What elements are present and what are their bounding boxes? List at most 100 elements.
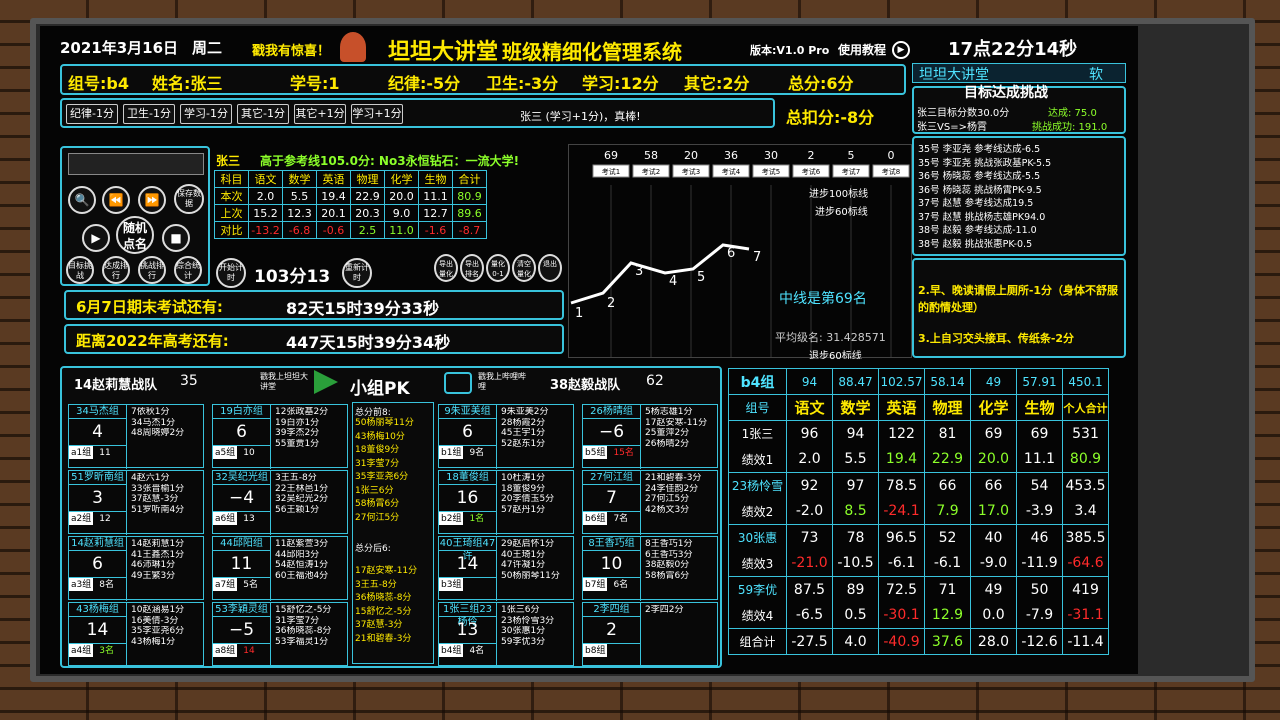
group-member: 28杨霞2分 [501, 417, 546, 428]
stat-button[interactable]: 综合统计 [174, 256, 202, 284]
rank-label: 2 [808, 149, 815, 162]
export-button[interactable]: 导出排名 [460, 254, 484, 282]
action-button[interactable]: 学习-1分 [180, 104, 232, 124]
group-card[interactable]: 18董俊组 16 b2组 1名 10杜涛1分 18董俊9分 20李倩玉5分 57赵丹1分 [438, 470, 574, 535]
group-card[interactable]: 9朱亚美组 6 b1组 9名 9朱亚美2分 28杨霞2分 45王宇1分 52赵东1分 [438, 404, 574, 469]
next-button[interactable]: ⏩ [138, 186, 166, 214]
point-label: 3 [635, 264, 643, 279]
link-bilibili[interactable]: 戳我上哔哩哔哩 [478, 372, 528, 392]
action-button[interactable]: 卫生-1分 [123, 104, 175, 124]
reset-timer-button[interactable]: 重新计时 [342, 258, 372, 288]
save-data-button[interactable]: 保存数据 [174, 184, 204, 214]
group-card[interactable]: 40王琦组47许 14 b3组 29赵启怀1分 40王琦1分 47许凝1分 50杨丽琴11分 [438, 536, 574, 601]
score-header: 科目 [214, 170, 249, 188]
group-member: 38赵毅0分 [645, 560, 690, 570]
group-member: 39李杰2分 [275, 428, 320, 438]
rules-panel: 2.早、晚读请假上厕所-1分（身体不舒服的酌情处理） 3.上自习交头接耳、传纸条-… [912, 258, 1126, 358]
score-cell: 20.0 [384, 187, 419, 205]
hygiene-score: 卫生:-3分 [486, 74, 559, 93]
play-logo-icon[interactable] [314, 370, 338, 394]
timer-display: 103分13 [254, 267, 331, 287]
member-perf: -10.5 [832, 550, 879, 577]
group-members: 8王香巧1分 6王香巧3分 38赵毅0分 58杨霄6分 [643, 539, 717, 581]
member-name[interactable]: 1张三 [728, 420, 787, 447]
export-button[interactable]: 退出 [538, 254, 562, 282]
action-button[interactable]: 纪律-1分 [66, 104, 118, 124]
total-label: 组合计 [728, 628, 787, 655]
member-name[interactable]: 59李优 [728, 576, 787, 603]
point-label: 6 [727, 246, 735, 261]
rank-label: 36 [724, 149, 738, 162]
tutorial-link[interactable]: 使用教程 [838, 41, 886, 58]
search-button[interactable]: 🔍 [68, 186, 96, 214]
top-item: 31李莹7分 [355, 458, 400, 469]
group-card[interactable]: 27何江组 7 b6组 7名 21和碧春-3分 24李佳韵2分 27何江5分 42杨文3分 [582, 470, 718, 535]
group-summary: 27何江组 7 b6组 7名 [583, 471, 641, 535]
top-item: 58杨霄6分 [355, 499, 400, 509]
exam-label: 考试4 [722, 167, 741, 176]
export-button[interactable]: 导出量化 [434, 254, 458, 282]
ticker-bar: 坦坦大讲堂 软 [912, 63, 1126, 83]
total-deduction: 总扣分:-8分 [786, 108, 875, 127]
surprise-link[interactable]: 戳我有惊喜！ [252, 40, 330, 59]
member-score: 453.5 [1062, 472, 1109, 499]
group-score: 11 [230, 554, 253, 574]
group-card[interactable]: 1张三组23杨伶 13 b4组 4名 1张三6分 23杨伶雪3分 30张惠1分 59李优3分 [438, 602, 574, 667]
member-score: 96 [786, 420, 833, 447]
play-icon[interactable]: ▶ [892, 41, 910, 59]
stat-button[interactable]: 挑战排行 [138, 256, 166, 284]
chart-annotation: 进步100标线 [809, 187, 868, 200]
group-summary: 14赵莉慧组 6 a3组 8名 [69, 537, 127, 601]
mascot-icon[interactable] [340, 32, 366, 62]
group-card[interactable]: 34马杰组 4 a1组 11 7依秋1分 34马杰1分 48周晓婷2分 [68, 404, 204, 469]
group-head: 1张三组23杨伶 [439, 603, 496, 628]
group-card[interactable]: 32吴纪光组 −4 a6组 13 3王五-8分 22王林邑1分 32吴纪光2分 56王颖1分 [212, 470, 348, 535]
start-timer-button[interactable]: 开始计时 [216, 258, 246, 288]
action-button[interactable]: 学习+1分 [351, 104, 403, 124]
group-card[interactable]: 44邱阳组 11 a7组 5名 11赵紫萱3分 44邱阳3分 54赵恒涛1分 60王福池4分 [212, 536, 348, 601]
member-perf: 11.1 [1016, 446, 1063, 473]
export-button[interactable]: 清空量化 [512, 254, 536, 282]
group-summary: 51罗昕南组 3 a2组 12 [69, 471, 127, 535]
table-title: b4组 [728, 368, 787, 395]
group-footer: b2组 1名 [439, 511, 496, 525]
group-summary: 8王香巧组 10 b7组 6名 [583, 537, 641, 601]
tv-icon[interactable] [444, 372, 472, 394]
team-a-score: 35 [180, 373, 198, 389]
previous-button[interactable]: ⏪ [102, 186, 130, 214]
member-name[interactable]: 23杨怜雪 [728, 472, 787, 499]
member-perf: 19.4 [878, 446, 925, 473]
group-card[interactable]: 26杨晴组 −6 b5组 15名 5杨志雄1分 17赵安寒-11分 25董萍2分 26杨晴2分 [582, 404, 718, 469]
export-button[interactable]: 量化0-1 [486, 254, 510, 282]
group-card[interactable]: 53李穎灵组 −5 a8组 14 15舒忆之-5分 31李莹7分 36杨晓蕊-8分 53李福灵… [212, 602, 348, 667]
table-subtitle: 组号 [728, 394, 787, 421]
group-card[interactable]: 8王香巧组 10 b7组 6名 8王香巧1分 6王香巧3分 38赵毅0分 58杨霄6分 [582, 536, 718, 601]
link-tantan[interactable]: 戳我上坦坦大讲堂 [260, 372, 310, 392]
group-card[interactable]: 14赵莉慧组 6 a3组 8名 14赵莉慧1分 41王鑫杰1分 46沛琳1分 49王繁3分 [68, 536, 204, 601]
random-pick-button[interactable]: 随机点名 [116, 216, 154, 254]
group-members: 5杨志雄1分 17赵安寒-11分 25董萍2分 26杨晴2分 [643, 407, 717, 449]
play-button[interactable]: ▶ [82, 224, 110, 252]
stop-button[interactable]: ■ [162, 224, 190, 252]
score-header: 合计 [452, 170, 487, 188]
group-card[interactable]: 19白亦组 6 a5组 10 12张政基2分 19白亦1分 39李杰2分 55董贾1分 [212, 404, 348, 469]
log-panel[interactable]: 35号 李亚尧 参考线达成-6.5 35号 李亚尧 挑战张政基PK-5.5 36号 … [912, 136, 1126, 256]
other-score: 其它:2分 [684, 74, 750, 93]
stat-button[interactable]: 达成排行 [102, 256, 130, 284]
team-b-name: 38赵毅战队 [550, 378, 621, 393]
group-rank: 11 [99, 448, 111, 458]
group-card[interactable]: 2李四组 2 b8组 2李四2分 [582, 602, 718, 667]
target-challenge-panel: 目标达成挑战 张三目标分数30.0分 达成: 75.0 张三VS=>杨霄 挑战成… [912, 85, 1126, 134]
rank-chart: 69 考试1 58 考试2 20 考试3 36 考试4 30 考试5 2 考试6 5 考试7 0 考试8 1 2 3… [568, 144, 912, 380]
stat-button[interactable]: 目标挑战 [66, 256, 94, 284]
group-card[interactable]: 51罗昕南组 3 a2组 12 4赵六1分 33张晋榆1分 37赵慧-3分 51罗听南4分 [68, 470, 204, 535]
group-member: 45王宇1分 [501, 428, 546, 438]
member-name[interactable]: 30张惠 [728, 524, 787, 551]
action-button[interactable]: 其它+1分 [294, 104, 346, 124]
group-summary: 2李四组 2 b8组 [583, 603, 641, 667]
action-button[interactable]: 其它-1分 [237, 104, 289, 124]
group-member: 51罗听南4分 [131, 504, 185, 515]
group-card[interactable]: 43杨梅组 14 a4组 3名 10赵涵易1分 16美倩-3分 35李亚尧6分 43杨梅1分 [68, 602, 204, 667]
group-head: 2李四组 [583, 603, 640, 617]
group-member: 24李佳韵2分 [645, 483, 699, 494]
